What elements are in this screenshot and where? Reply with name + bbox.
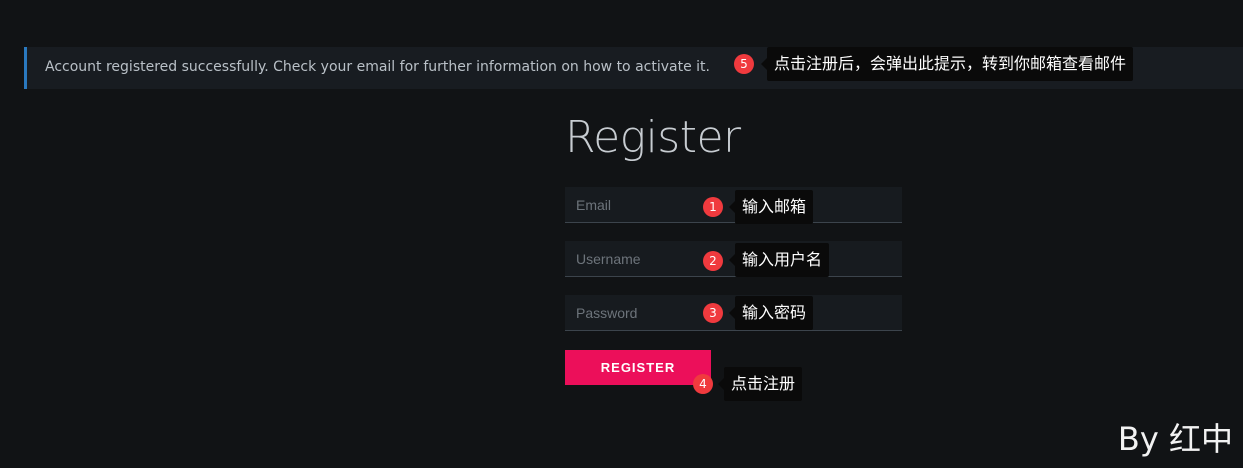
author-signature: By 红中 bbox=[1117, 420, 1233, 458]
register-button[interactable]: REGISTER bbox=[565, 350, 711, 385]
annotation-badge-4: 4 bbox=[693, 374, 713, 394]
annotation-badge-1: 1 bbox=[703, 197, 723, 217]
alert-message: Account registered successfully. Check y… bbox=[45, 59, 710, 75]
annotation-tip-2: 输入用户名 bbox=[728, 243, 830, 277]
annotation-tip-4: 点击注册 bbox=[717, 367, 803, 401]
page: Account registered successfully. Check y… bbox=[0, 0, 1243, 468]
annotation-badge-2: 2 bbox=[703, 251, 723, 271]
annotation-tip-3: 输入密码 bbox=[728, 296, 814, 330]
annotation-tip-1: 输入邮箱 bbox=[728, 190, 814, 224]
annotation-badge-5: 5 bbox=[734, 54, 754, 74]
annotation-badge-3: 3 bbox=[703, 303, 723, 323]
page-title: Register bbox=[565, 112, 741, 163]
annotation-tip-5: 点击注册后，会弹出此提示，转到你邮箱查看邮件 bbox=[760, 47, 1134, 81]
